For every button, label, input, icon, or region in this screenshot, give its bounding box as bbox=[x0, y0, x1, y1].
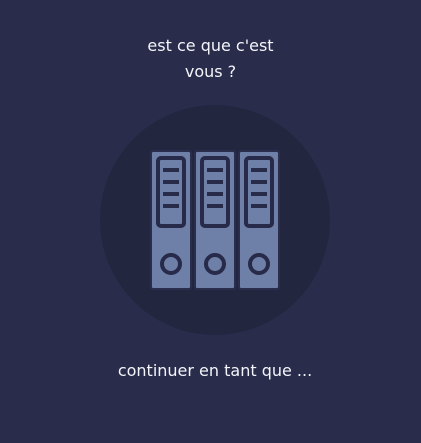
identity-prompt-screen: est ce que c'est vous ? continuer en tan… bbox=[0, 0, 421, 443]
binder-1 bbox=[150, 150, 192, 290]
question-line-1: est ce que c'est bbox=[147, 36, 274, 55]
continue-as-button[interactable]: continuer en tant que ... bbox=[90, 355, 340, 387]
question-line-2: vous ? bbox=[184, 62, 237, 81]
binder-3 bbox=[238, 150, 280, 290]
binders-icon bbox=[150, 150, 280, 290]
binder-2 bbox=[194, 150, 236, 290]
question-text: est ce que c'est vous ? bbox=[0, 33, 421, 85]
